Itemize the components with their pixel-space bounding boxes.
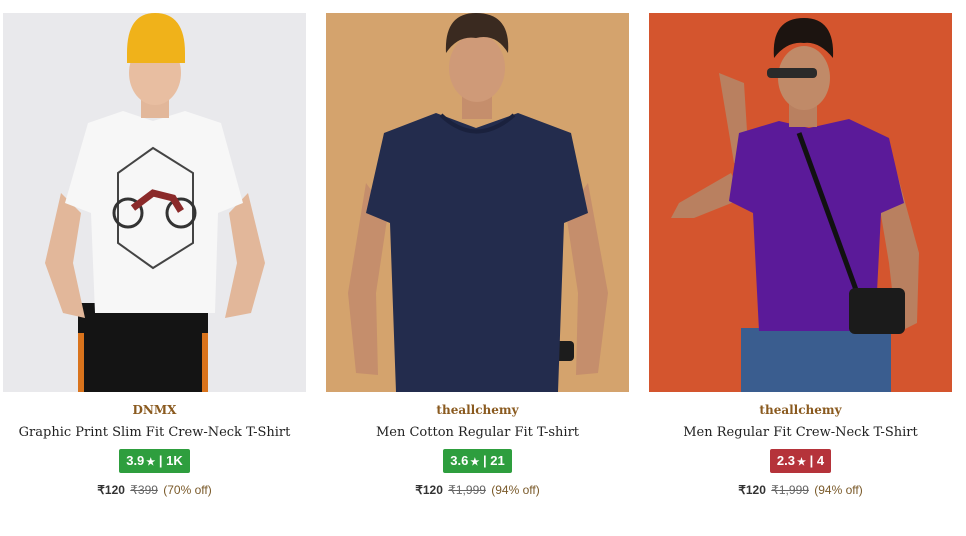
selling-price: ₹120 bbox=[415, 483, 443, 497]
price-row: ₹120 ₹1,999 (94% off) bbox=[326, 483, 629, 497]
product-title[interactable]: Graphic Print Slim Fit Crew-Neck T-Shirt bbox=[3, 425, 306, 441]
rating-count: 4 bbox=[816, 453, 825, 468]
product-image[interactable] bbox=[649, 13, 952, 392]
product-card[interactable]: theallchemy Men Regular Fit Crew-Neck T-… bbox=[649, 13, 952, 497]
product-photo-icon bbox=[3, 13, 306, 392]
product-photo-icon bbox=[649, 13, 952, 392]
product-image[interactable] bbox=[3, 13, 306, 392]
discount-text: (94% off) bbox=[491, 483, 540, 497]
price-row: ₹120 ₹399 (70% off) bbox=[3, 483, 306, 497]
brand-name: theallchemy bbox=[759, 403, 842, 417]
rating-separator: | bbox=[809, 453, 814, 468]
star-icon: ★ bbox=[470, 457, 480, 468]
product-card[interactable]: DNMX Graphic Print Slim Fit Crew-Neck T-… bbox=[3, 13, 306, 497]
product-photo-icon bbox=[326, 13, 629, 392]
rating-value: 3.9 bbox=[126, 453, 145, 468]
price-row: ₹120 ₹1,999 (94% off) bbox=[649, 483, 952, 497]
discount-text: (70% off) bbox=[163, 483, 212, 497]
brand-name: theallchemy bbox=[436, 403, 519, 417]
product-card[interactable]: theallchemy Men Cotton Regular Fit T-shi… bbox=[326, 13, 629, 497]
rating-separator: | bbox=[158, 453, 163, 468]
mrp-price: ₹1,999 bbox=[448, 483, 486, 497]
rating-separator: | bbox=[482, 453, 487, 468]
product-image[interactable] bbox=[326, 13, 629, 392]
selling-price: ₹120 bbox=[738, 483, 766, 497]
rating-badge: 2.3 ★ | 4 bbox=[769, 449, 832, 473]
mrp-price: ₹399 bbox=[130, 483, 158, 497]
brand-name: DNMX bbox=[132, 403, 177, 417]
product-title[interactable]: Men Regular Fit Crew-Neck T-Shirt bbox=[649, 425, 952, 441]
selling-price: ₹120 bbox=[97, 483, 125, 497]
star-icon: ★ bbox=[796, 457, 806, 468]
rating-badge: 3.9 ★ | 1K bbox=[119, 449, 190, 473]
rating-count: 21 bbox=[490, 453, 505, 468]
product-grid: DNMX Graphic Print Slim Fit Crew-Neck T-… bbox=[0, 0, 966, 536]
mrp-price: ₹1,999 bbox=[771, 483, 809, 497]
product-title[interactable]: Men Cotton Regular Fit T-shirt bbox=[326, 425, 629, 441]
star-icon: ★ bbox=[146, 457, 156, 468]
rating-value: 2.3 bbox=[776, 453, 795, 468]
rating-value: 3.6 bbox=[450, 453, 469, 468]
discount-text: (94% off) bbox=[814, 483, 863, 497]
rating-badge: 3.6 ★ | 21 bbox=[443, 449, 512, 473]
rating-count: 1K bbox=[166, 453, 183, 468]
